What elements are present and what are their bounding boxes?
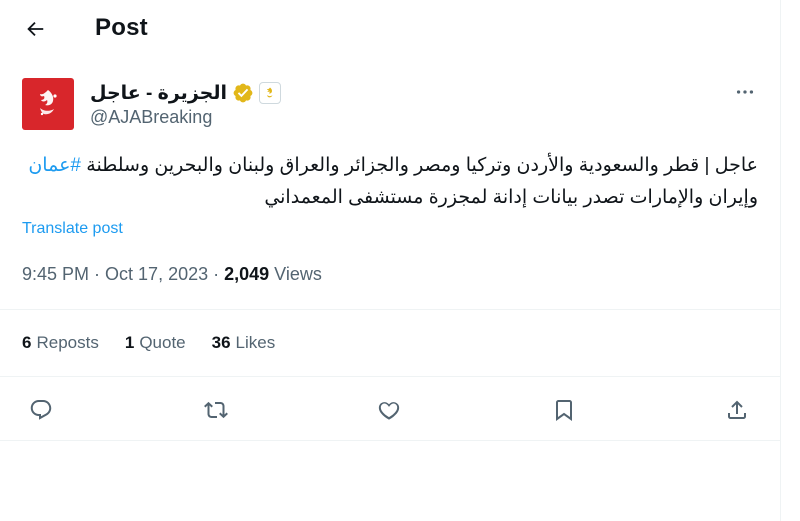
reposts-stat[interactable]: 6 Reposts [22,333,99,353]
reply-icon [30,400,52,420]
reposts-label: Reposts [36,333,99,352]
author-name-row: الجزيرة - عاجل [90,80,281,106]
action-bar [0,392,780,428]
meta-separator-2: · [208,264,225,284]
page-title: Post [95,14,148,41]
tweet-text: عاجل | قطر والسعودية والأردن وتركيا ومصر… [18,150,758,214]
engagement-stats: 6 Reposts 1 Quote 36 Likes [22,333,275,353]
post-date[interactable]: Oct 17, 2023 [105,264,208,284]
author-name[interactable]: الجزيرة - عاجل [90,82,227,105]
likes-stat[interactable]: 36 Likes [212,333,276,353]
heart-icon [378,402,400,420]
quote-count: 1 [124,333,135,352]
likes-count: 36 [211,333,231,352]
more-button[interactable] [732,82,758,102]
gold-verified-icon[interactable] [232,82,254,104]
reply-button[interactable] [23,392,59,428]
post-meta: 9:45 PM · Oct 17, 2023 · 2,049 Views [22,264,322,285]
avatar[interactable] [22,78,74,130]
tweet-text-main: عاجل | قطر والسعودية والأردن وتركيا ومصر… [80,155,758,176]
share-icon [728,400,746,419]
aljazeera-badge-icon [266,87,273,98]
divider [0,309,780,310]
likes-label: Likes [235,333,276,352]
tweet-text-rest: وإيران والإمارات تصدر بيانات إدانة لمجزر… [264,187,758,208]
author-handle[interactable]: @AJABreaking [90,107,212,128]
repost-button[interactable] [198,392,234,428]
share-button[interactable] [719,392,755,428]
meta-separator: · [89,264,106,284]
post-panel [0,0,781,521]
quotes-stat[interactable]: 1 Quote [125,333,186,353]
views-label: Views [269,264,322,284]
post-time[interactable]: 9:45 PM [22,264,89,284]
repost-icon [204,401,228,419]
reposts-count: 6 [22,333,32,352]
header: Post [0,0,780,56]
bookmark-icon [556,400,572,421]
back-button[interactable] [20,14,50,44]
hashtag-link[interactable]: #عمان [28,155,81,176]
divider [0,440,780,441]
aljazeera-logo-icon [40,90,57,116]
divider [0,376,780,377]
quote-label: Quote [139,333,186,352]
like-button[interactable] [371,392,407,428]
views-count: 2,049 [224,264,270,284]
translate-post-link[interactable]: Translate post [22,220,123,238]
more-icon [736,90,754,94]
bookmark-button[interactable] [546,392,582,428]
affiliate-badge[interactable] [258,82,281,104]
arrow-left-icon [27,21,44,37]
